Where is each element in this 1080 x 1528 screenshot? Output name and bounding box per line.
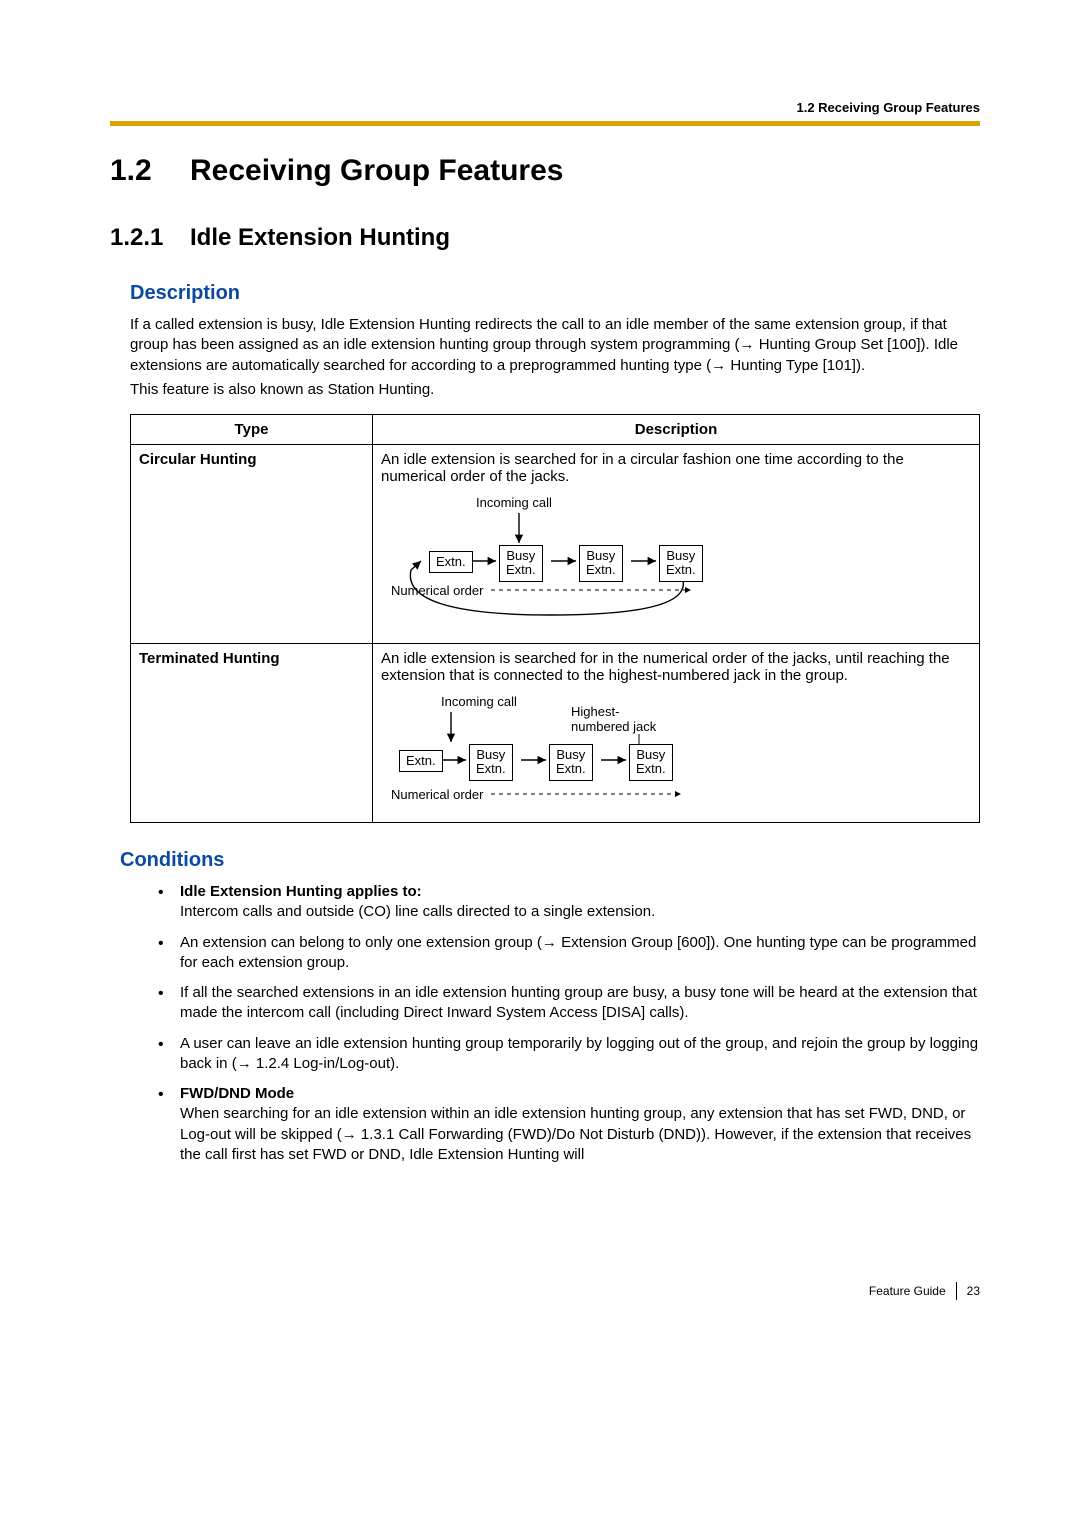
arrow-icon: →	[740, 336, 755, 353]
diagram-busy-extn-box: Busy Extn.	[659, 545, 703, 582]
arrow-icon: →	[342, 1126, 357, 1143]
diagram-busy-extn-box: Busy Extn.	[549, 744, 593, 781]
table-header-type: Type	[131, 415, 373, 445]
header-rule	[110, 121, 980, 126]
arrow-icon: →	[542, 934, 557, 951]
cond5-title: FWD/DND Mode	[180, 1085, 294, 1102]
diagram-busy-extn-box: Busy Extn.	[469, 744, 513, 781]
row2-type: Terminated Hunting	[139, 650, 280, 667]
hunting-type-table: Type Description Circular Hunting An idl…	[130, 414, 980, 823]
subsection-number: 1.2.1	[110, 224, 190, 252]
desc-p1-c: Hunting Type [101]).	[726, 357, 865, 374]
document-page: 1.2 Receiving Group Features 1.2Receivin…	[0, 0, 1080, 1360]
cond4-b: 1.2.4 Log-in/Log-out).	[252, 1055, 400, 1072]
arrow-icon: →	[711, 357, 726, 374]
diagram-extn-box: Extn.	[399, 750, 443, 772]
section-title: Receiving Group Features	[190, 154, 563, 187]
list-item: An extension can belong to only one exte…	[158, 933, 980, 974]
list-item: FWD/DND Mode When searching for an idle …	[158, 1084, 980, 1165]
circular-hunting-diagram: Incoming call	[391, 495, 971, 635]
row2-desc: An idle extension is searched for in the…	[381, 650, 971, 684]
arrow-icon: →	[237, 1055, 252, 1072]
page-footer: Feature Guide 23	[869, 1282, 980, 1300]
list-item: If all the searched extensions in an idl…	[158, 983, 980, 1024]
diagram-numorder-label: Numerical order	[391, 583, 483, 598]
section-number: 1.2	[110, 154, 190, 188]
footer-guide-label: Feature Guide	[869, 1284, 946, 1298]
description-heading: Description	[130, 282, 980, 305]
list-item: A user can leave an idle extension hunti…	[158, 1034, 980, 1075]
table-header-desc: Description	[373, 415, 980, 445]
diagram-extn-box: Extn.	[429, 551, 473, 573]
list-item: Idle Extension Hunting applies to: Inter…	[158, 882, 980, 923]
subsection-heading: 1.2.1Idle Extension Hunting	[110, 224, 980, 252]
cond1-title: Idle Extension Hunting applies to:	[180, 883, 422, 900]
description-paragraph-1: If a called extension is busy, Idle Exte…	[130, 315, 980, 376]
footer-divider	[956, 1282, 957, 1300]
cond1-text: Intercom calls and outside (CO) line cal…	[180, 903, 655, 920]
cond3-text: If all the searched extensions in an idl…	[180, 984, 977, 1021]
conditions-list: Idle Extension Hunting applies to: Inter…	[158, 882, 980, 1165]
terminated-hunting-diagram: Incoming call Highest- numbered jack	[391, 694, 971, 814]
diagram-busy-extn-box: Busy Extn.	[579, 545, 623, 582]
running-head: 1.2 Receiving Group Features	[110, 100, 980, 115]
row1-desc: An idle extension is searched for in a c…	[381, 451, 971, 485]
section-heading: 1.2Receiving Group Features	[110, 154, 980, 188]
diagram-numorder-label: Numerical order	[391, 787, 483, 802]
subsection-title: Idle Extension Hunting	[190, 224, 450, 251]
footer-page-number: 23	[967, 1284, 980, 1298]
table-row: Circular Hunting An idle extension is se…	[131, 445, 980, 644]
table-row: Terminated Hunting An idle extension is …	[131, 644, 980, 823]
diagram-busy-extn-box: Busy Extn.	[629, 744, 673, 781]
conditions-heading: Conditions	[120, 849, 980, 872]
cond2-a: An extension can belong to only one exte…	[180, 934, 542, 951]
diagram-busy-extn-box: Busy Extn.	[499, 545, 543, 582]
description-paragraph-2: This feature is also known as Station Hu…	[130, 380, 980, 400]
row1-type: Circular Hunting	[139, 451, 257, 468]
